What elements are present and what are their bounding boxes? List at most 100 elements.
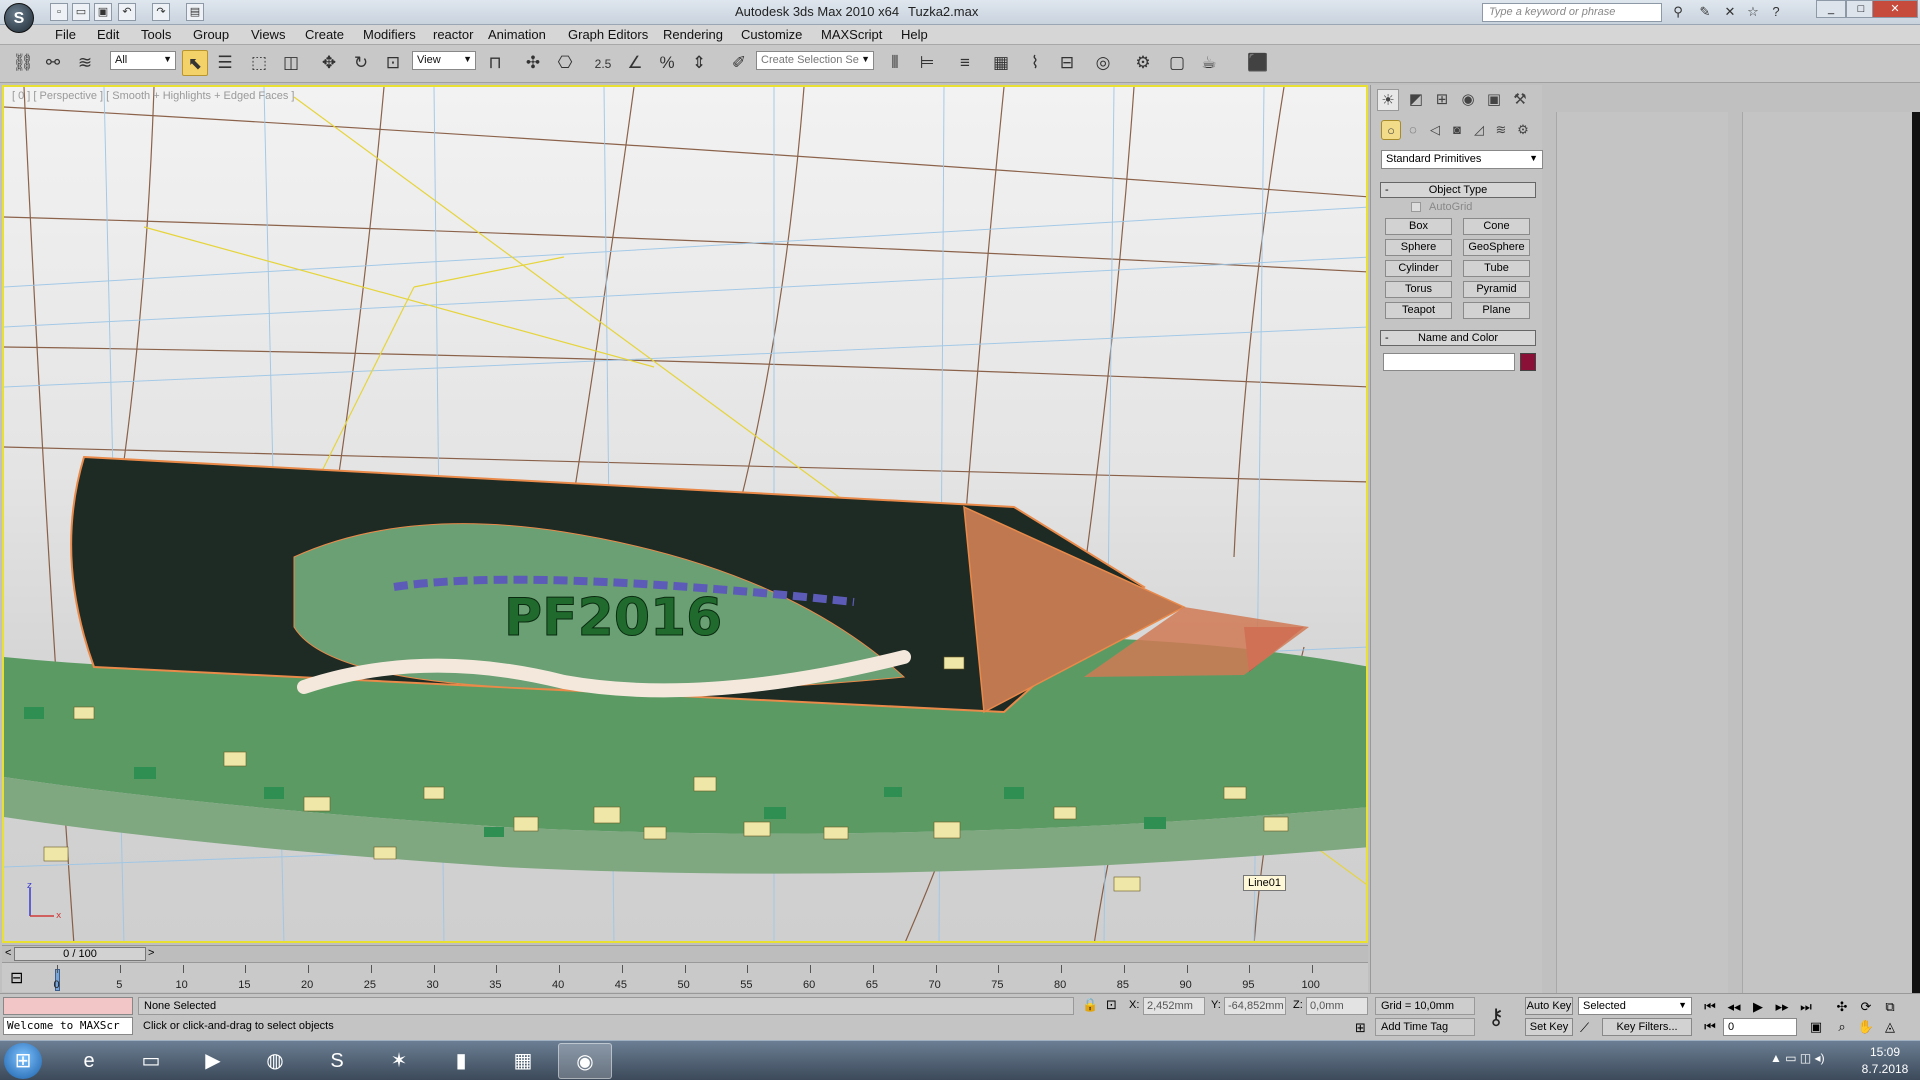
binoculars-icon[interactable]: ⚲ [1668, 3, 1688, 22]
default-tangents-icon[interactable]: ⟋ [1580, 1020, 1589, 1036]
clock-time[interactable]: 15:09 [1855, 1045, 1915, 1059]
menu-help[interactable]: Help [901, 27, 928, 42]
time-tag-icon[interactable]: ⊞ [1355, 1020, 1366, 1036]
project-folder-icon[interactable]: ▤ [186, 3, 204, 21]
chrome-icon[interactable]: ◍ [248, 1043, 302, 1079]
zoom-icon[interactable]: ⌕ [1832, 1018, 1852, 1035]
add-time-tag-button[interactable]: Add Time Tag [1375, 1018, 1475, 1036]
rendered-frame-window-icon[interactable]: ▢ [1164, 50, 1190, 76]
perspective-viewport[interactable]: PF2016 [ 0 ] [ Perspective ] [ Smooth + … [2, 85, 1368, 943]
material-editor-icon[interactable]: ◎ [1090, 50, 1116, 76]
schematic-view-icon[interactable]: ⊟ [1054, 50, 1080, 76]
keyboard-shortcut-override-icon[interactable]: ⎔ [552, 50, 578, 76]
close-button[interactable]: ✕ [1872, 0, 1918, 18]
maximize-viewport-icon[interactable]: ⧉ [1880, 998, 1900, 1015]
menu-views[interactable]: Views [251, 27, 285, 42]
viewport-label[interactable]: [ 0 ] [ Perspective ] [ Smooth + Highlig… [12, 90, 294, 102]
go-to-end-icon[interactable]: ⏭ [1796, 998, 1816, 1015]
skype-icon[interactable]: S [310, 1043, 364, 1079]
menu-file[interactable]: File [55, 27, 76, 42]
selection-lock-icon[interactable]: 🔒 [1082, 997, 1098, 1013]
shapes-icon[interactable]: ◌ [1403, 120, 1423, 140]
time-slider[interactable]: < 0 / 100 > [2, 945, 1368, 962]
menu-modifiers[interactable]: Modifiers [363, 27, 416, 42]
z-coord-field[interactable]: 0,0mm [1306, 997, 1368, 1015]
open-file-icon[interactable]: ▭ [72, 3, 90, 21]
select-and-move-icon[interactable]: ✥ [316, 50, 342, 76]
viewcube-box-icon[interactable]: ⬛ [1245, 50, 1271, 76]
edit-named-selection-icon[interactable]: ✐ [726, 50, 752, 76]
next-frame-arrow[interactable]: > [148, 947, 154, 959]
x-coord-field[interactable]: 2,452mm [1143, 997, 1205, 1015]
display-tab-icon[interactable]: ▣ [1483, 89, 1505, 111]
torus-button[interactable]: Torus [1385, 281, 1452, 298]
system-tray-icons[interactable]: ▲ ▭ ◫ ◂) [1770, 1051, 1825, 1065]
lights-icon[interactable]: ◁ [1425, 120, 1445, 140]
maxscript-listener-mini[interactable] [3, 997, 133, 1015]
layer-manager-icon[interactable]: ≡ [952, 50, 978, 76]
render-production-icon[interactable]: ☕ [1196, 50, 1222, 76]
save-file-icon[interactable]: ▣ [94, 3, 112, 21]
pivot-center-icon[interactable]: ⊓ [482, 50, 508, 76]
app-menu-button[interactable]: S [4, 3, 34, 33]
manipulate-icon[interactable]: ✣ [520, 50, 546, 76]
calculator-icon[interactable]: ▦ [496, 1043, 550, 1079]
internet-explorer-icon[interactable]: e [62, 1043, 116, 1079]
object-type-rollout[interactable]: - Object Type [1380, 182, 1536, 198]
menu-maxscript[interactable]: MAXScript [821, 27, 882, 42]
menu-edit[interactable]: Edit [97, 27, 119, 42]
time-slider-thumb[interactable]: 0 / 100 [14, 947, 146, 961]
graphite-modeling-icon[interactable]: ▦ [988, 50, 1014, 76]
helpers-icon[interactable]: ◿ [1469, 120, 1489, 140]
geosphere-button[interactable]: GeoSphere [1463, 239, 1530, 256]
pyramid-button[interactable]: Pyramid [1463, 281, 1530, 298]
object-name-field[interactable] [1383, 353, 1515, 371]
hand-pan-icon[interactable]: ✋ [1856, 1018, 1876, 1035]
curve-editor-mini-icon[interactable]: ⊟ [10, 968, 23, 988]
menu-reactor[interactable]: reactor [433, 27, 473, 42]
maxscript-mini-listener[interactable]: Welcome to MAXScr [3, 1017, 133, 1035]
geometry-icon[interactable]: ○ [1381, 120, 1401, 140]
3dsmax-taskbar-icon[interactable]: ◉ [558, 1043, 612, 1079]
angle-snap-icon[interactable]: ∠ [622, 50, 648, 76]
tube-button[interactable]: Tube [1463, 260, 1530, 277]
help-icon[interactable]: ? [1766, 3, 1786, 22]
rectangular-selection-icon[interactable]: ⬚ [246, 50, 272, 76]
time-configuration-icon[interactable]: ▣ [1806, 1018, 1826, 1035]
minimize-button[interactable]: _ [1816, 0, 1846, 18]
prev-frame-arrow[interactable]: < [5, 947, 11, 959]
autogrid-checkbox[interactable] [1411, 202, 1421, 212]
new-file-icon[interactable]: ▫ [50, 3, 68, 21]
teapot-button[interactable]: Teapot [1385, 302, 1452, 319]
sphere-button[interactable]: Sphere [1385, 239, 1452, 256]
y-coord-field[interactable]: -64,852mm [1224, 997, 1286, 1015]
cameras-icon[interactable]: ◙ [1447, 120, 1467, 140]
primitive-category-dropdown[interactable]: Standard Primitives ▼ [1381, 150, 1543, 169]
mirror-icon[interactable]: ⫴ [882, 50, 908, 76]
utilities-tab-icon[interactable]: ⚒ [1509, 89, 1531, 111]
bind-space-warp-icon[interactable]: ≋ [72, 50, 98, 76]
key-icon[interactable]: ⚷ [1488, 1004, 1504, 1030]
red-app-icon[interactable]: ✶ [372, 1043, 426, 1079]
key-mode-toggle-icon[interactable]: ⏮ [1700, 1018, 1720, 1035]
next-frame-icon[interactable]: ▸▸ [1772, 998, 1792, 1015]
media-player-icon[interactable]: ▶ [186, 1043, 240, 1079]
field-of-view-icon[interactable]: ◬ [1880, 1018, 1900, 1035]
select-and-scale-icon[interactable]: ⊡ [380, 50, 406, 76]
previous-frame-icon[interactable]: ◂◂ [1724, 998, 1744, 1015]
cylinder-button[interactable]: Cylinder [1385, 260, 1452, 277]
menu-rendering[interactable]: Rendering [663, 27, 723, 42]
orbit-icon[interactable]: ⟳ [1856, 998, 1876, 1015]
play-icon[interactable]: ▶ [1748, 998, 1768, 1015]
menu-animation[interactable]: Animation [488, 27, 546, 42]
motion-tab-icon[interactable]: ◉ [1457, 89, 1479, 111]
curve-editor-icon[interactable]: ⌇ [1022, 50, 1048, 76]
menu-group[interactable]: Group [193, 27, 229, 42]
cone-button[interactable]: Cone [1463, 218, 1530, 235]
auto-key-button[interactable]: Auto Key [1525, 997, 1573, 1015]
unlink-selection-icon[interactable]: ⚯ [40, 50, 66, 76]
plane-button[interactable]: Plane [1463, 302, 1530, 319]
key-mode-dropdown[interactable]: Selected ▼ [1578, 997, 1692, 1015]
track-bar[interactable]: ⊟ 0 5 10 15 20 25 30 35 40 45 50 55 60 65 70 75 80 85 90 95… [2, 962, 1368, 992]
select-by-name-icon[interactable]: ☰ [212, 50, 238, 76]
